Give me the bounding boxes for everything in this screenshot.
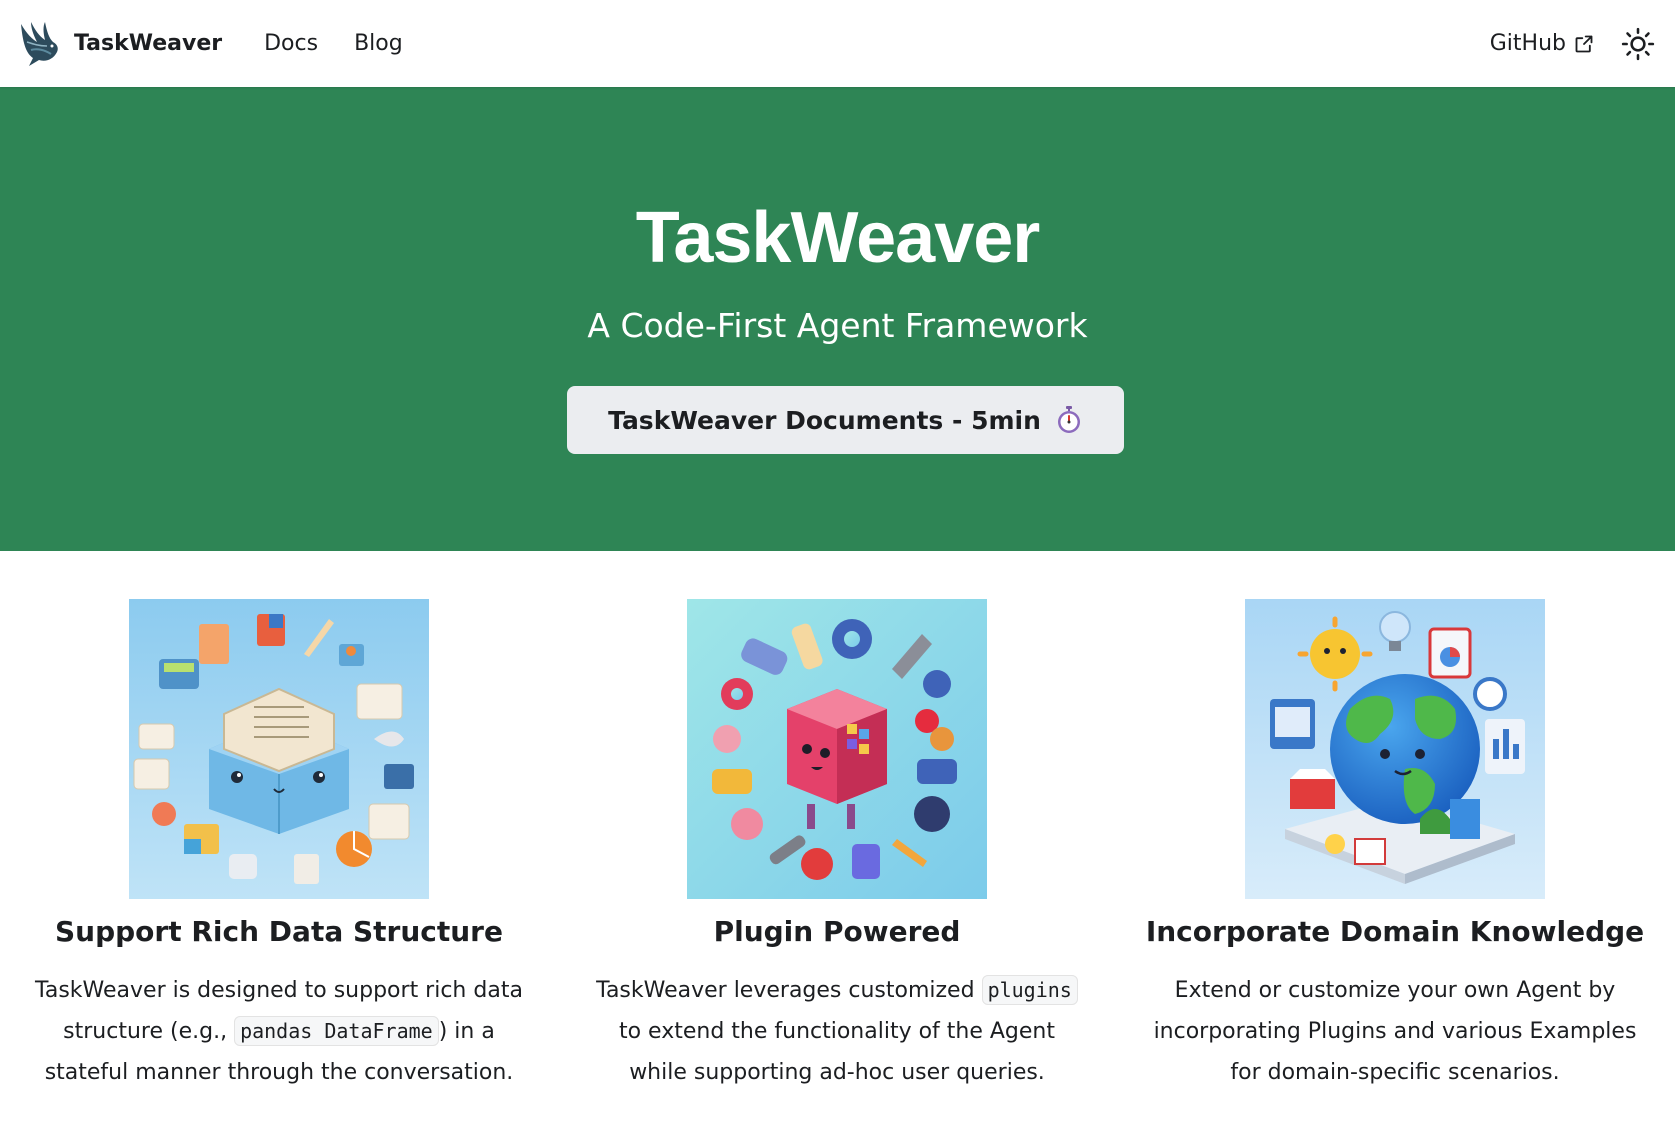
github-label: GitHub [1489, 31, 1566, 56]
feature-rich-data: Support Rich Data Structure TaskWeaver i… [0, 599, 558, 1093]
navbar: TaskWeaver Docs Blog GitHub [0, 0, 1675, 87]
feature-plugin-powered: Plugin Powered TaskWeaver leverages cust… [558, 599, 1116, 1093]
feature-description: Extend or customize your own Agent by in… [1145, 970, 1645, 1093]
nav-link-docs[interactable]: Docs [264, 31, 318, 56]
feature-title: Plugin Powered [713, 915, 961, 948]
bird-logo-icon [21, 21, 58, 66]
docs-button-label: TaskWeaver Documents - 5min [608, 405, 1041, 435]
hero-title: TaskWeaver [635, 198, 1041, 278]
brand-link[interactable]: TaskWeaver [17, 20, 222, 68]
hero-subtitle: A Code-First Agent Framework [587, 306, 1088, 345]
nav-link-blog[interactable]: Blog [354, 31, 403, 56]
inline-code: plugins [981, 975, 1078, 1005]
rich-data-illustration [129, 599, 429, 899]
github-link[interactable]: GitHub [1490, 31, 1594, 56]
docs-button[interactable]: TaskWeaver Documents - 5min [567, 386, 1124, 454]
feature-desc-text: Extend or customize your own Agent by in… [1153, 978, 1637, 1085]
inline-code: pandas DataFrame [234, 1016, 439, 1046]
feature-domain-knowledge: Incorporate Domain Knowledge Extend or c… [1116, 599, 1674, 1093]
plugin-illustration [687, 599, 987, 899]
hero-banner: TaskWeaver A Code-First Agent Framework … [0, 87, 1675, 551]
domain-knowledge-illustration [1245, 599, 1545, 899]
feature-desc-text: to extend the functionality of the Agent… [618, 1019, 1056, 1085]
sun-icon [1621, 27, 1655, 60]
theme-toggle-button[interactable] [1618, 24, 1658, 64]
feature-title: Support Rich Data Structure [55, 915, 503, 948]
brand-title: TaskWeaver [74, 31, 223, 56]
feature-title: Incorporate Domain Knowledge [1145, 915, 1645, 948]
feature-description: TaskWeaver leverages customized plugins … [587, 970, 1087, 1093]
feature-desc-text: TaskWeaver leverages customized [596, 978, 982, 1003]
stopwatch-icon [1057, 406, 1080, 433]
external-link-icon [1575, 35, 1593, 52]
feature-description: TaskWeaver is designed to support rich d… [29, 970, 529, 1093]
